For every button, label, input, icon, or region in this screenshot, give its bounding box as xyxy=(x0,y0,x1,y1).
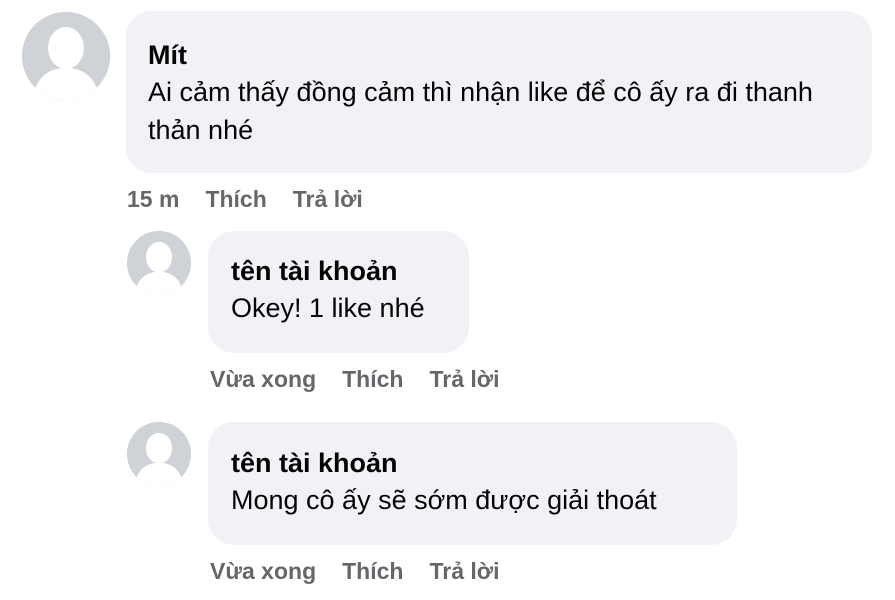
default-user-silhouette-icon xyxy=(22,12,110,100)
comment-text: Mong cô ấy sẽ sớm được giải thoát xyxy=(231,485,657,515)
reply-button[interactable]: Trả lời xyxy=(293,186,363,213)
comment-actions: Vừa xong Thích Trả lời xyxy=(210,366,526,393)
default-user-silhouette-icon xyxy=(127,422,191,486)
comment-author[interactable]: Mít xyxy=(148,37,850,73)
comment-text: Ai cảm thấy đồng cảm thì nhận like để cô… xyxy=(148,77,813,145)
reply-button[interactable]: Trả lời xyxy=(429,366,499,393)
like-button[interactable]: Thích xyxy=(342,366,403,393)
reply-bubble: tên tài khoản Mong cô ấy sẽ sớm được giả… xyxy=(208,422,737,545)
default-user-silhouette-icon xyxy=(127,231,191,295)
like-button[interactable]: Thích xyxy=(205,186,266,213)
comment-actions: Vừa xong Thích Trả lời xyxy=(210,558,526,585)
comment-actions: 15 m Thích Trả lời xyxy=(127,186,389,213)
avatar[interactable] xyxy=(127,422,191,486)
comment-timestamp[interactable]: Vừa xong xyxy=(210,558,316,585)
comment-text: Okey! 1 like nhé xyxy=(231,293,425,323)
reply-bubble: tên tài khoản Okey! 1 like nhé xyxy=(208,231,469,353)
avatar[interactable] xyxy=(127,231,191,295)
comment-author[interactable]: tên tài khoản xyxy=(231,445,715,481)
comment-timestamp[interactable]: Vừa xong xyxy=(210,366,316,393)
avatar[interactable] xyxy=(22,12,110,100)
comment-bubble: Mít Ai cảm thấy đồng cảm thì nhận like đ… xyxy=(126,11,872,173)
like-button[interactable]: Thích xyxy=(342,558,403,585)
comment-author[interactable]: tên tài khoản xyxy=(231,253,447,289)
reply-button[interactable]: Trả lời xyxy=(429,558,499,585)
comment-timestamp[interactable]: 15 m xyxy=(127,186,179,213)
